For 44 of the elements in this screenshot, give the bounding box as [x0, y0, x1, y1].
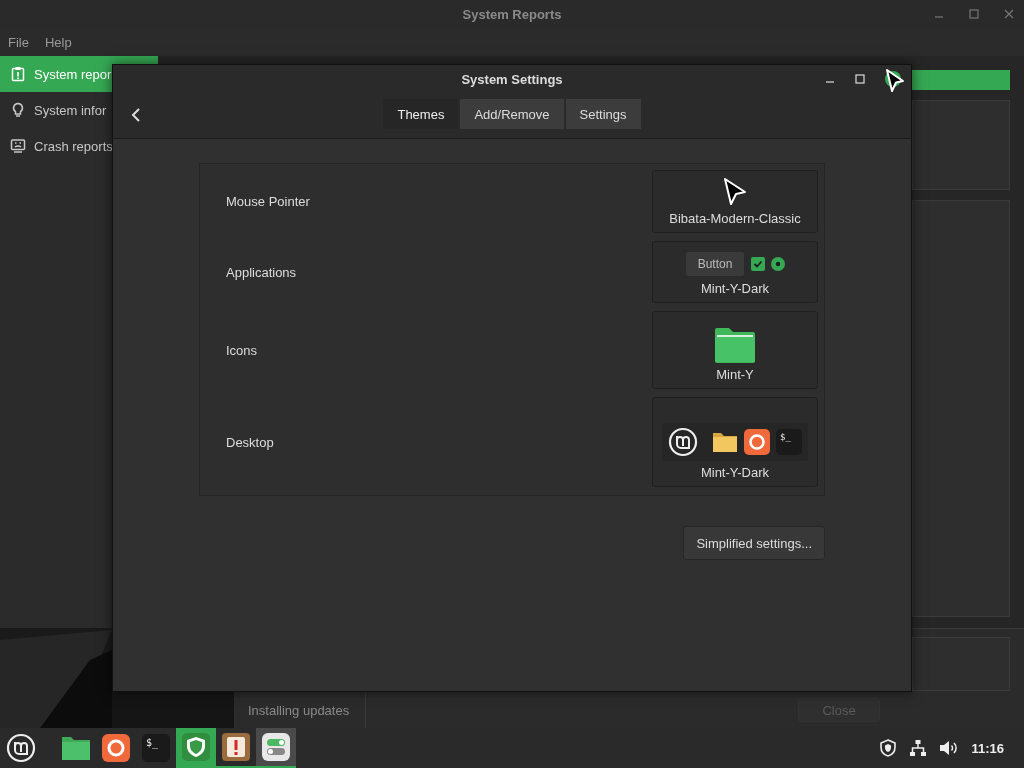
clock[interactable]: 11:16	[971, 740, 1004, 756]
browser-icon	[102, 734, 130, 762]
clipboard-icon	[10, 66, 26, 82]
taskbar-button[interactable]	[256, 728, 296, 768]
theme-chooser-button[interactable]: Button Mint-Y-Dark	[652, 241, 818, 303]
lightbulb-icon	[10, 102, 26, 118]
setting-label: Mouse Pointer	[226, 194, 310, 209]
theme-chooser-button[interactable]: Mint-Y	[652, 311, 818, 389]
back-icon[interactable]	[130, 107, 142, 123]
browser-icon	[744, 429, 770, 455]
window-title: System Reports	[462, 6, 562, 22]
network-icon[interactable]	[909, 739, 928, 757]
mint-logo-icon	[668, 427, 698, 457]
setting-label: Icons	[226, 342, 258, 358]
volume-icon[interactable]	[939, 739, 960, 757]
menu-item[interactable]: Help	[44, 34, 72, 50]
sidebar-item[interactable]: System infor	[0, 92, 158, 128]
monitor-icon	[10, 138, 26, 154]
sidebar-item[interactable]: Crash reports	[0, 128, 158, 164]
window-title: System Settings	[461, 72, 563, 87]
tab[interactable]: Add/Remove	[459, 98, 565, 130]
folder-icon	[712, 431, 738, 453]
terminal-icon: $_	[142, 734, 170, 762]
shield-icon	[182, 733, 210, 761]
sample-button: Button	[684, 251, 746, 277]
folder-icon	[61, 735, 91, 761]
theme-chooser-button[interactable]: $_ Mint-Y-Dark	[652, 397, 818, 487]
shield-icon[interactable]	[879, 739, 898, 757]
exclamation-icon	[222, 733, 250, 761]
taskbar-button[interactable]: $_	[136, 728, 176, 768]
tab[interactable]: Settings	[564, 98, 642, 130]
setting-label: Applications	[226, 264, 297, 280]
theme-chooser-button[interactable]: Bibata-Modern-Classic	[652, 170, 818, 233]
pointer-icon	[722, 177, 748, 207]
folder-icon	[714, 327, 756, 363]
terminal-icon: $_	[776, 429, 802, 455]
tab[interactable]: Themes	[382, 98, 460, 130]
simplified-settings-button[interactable]: Simplified settings...	[683, 526, 825, 560]
mint-menu-icon[interactable]	[6, 733, 36, 763]
menu-item[interactable]: File	[8, 34, 29, 50]
mouse-cursor-icon	[885, 68, 905, 94]
toggle-switches-icon	[262, 733, 290, 761]
setting-label: Desktop	[226, 434, 274, 450]
close-icon[interactable]	[1004, 9, 1014, 19]
